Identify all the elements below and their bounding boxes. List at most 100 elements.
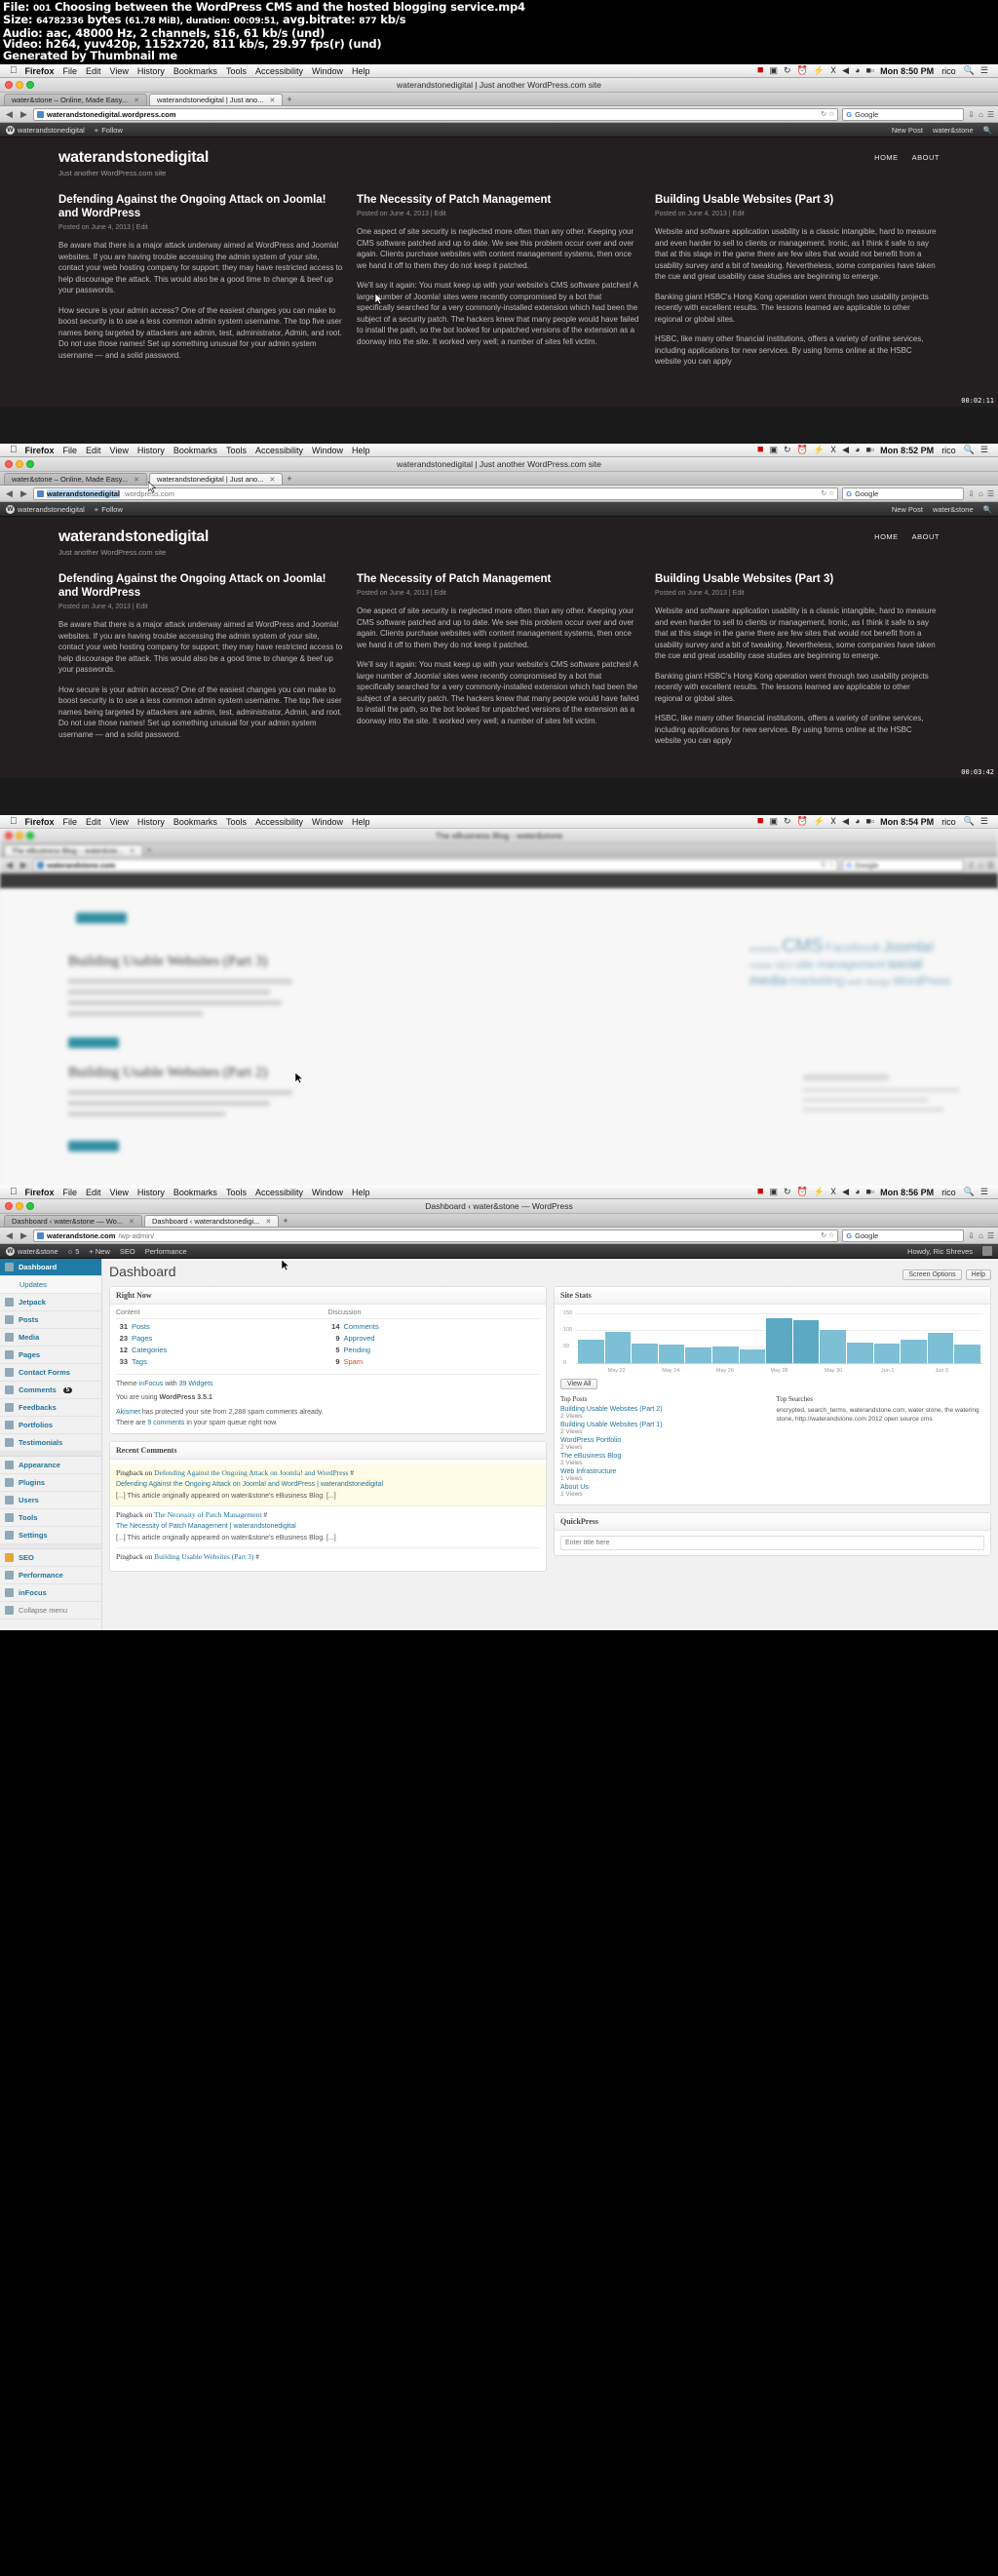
menubar-clock[interactable]: Mon 8:50 PM [880,66,934,76]
view-all-button[interactable]: View All [560,1379,598,1390]
sidebar-item-comments[interactable]: Comments 5 [0,1382,101,1400]
wp-seo-item[interactable]: SEO [120,1247,135,1256]
stack-icon[interactable]: ▣ [769,1188,778,1196]
menubar-username[interactable]: rico [941,446,956,455]
wp-performance-item[interactable]: Performance [145,1247,187,1256]
home-icon[interactable]: ⌂ [979,1231,983,1240]
top-post-link[interactable]: Building Usable Websites (Part 2) [560,1406,769,1413]
wp-account[interactable]: water&stone [933,126,974,135]
sidebar-item-users[interactable]: Users [0,1492,101,1510]
article-title[interactable]: The Necessity of Patch Management [357,572,641,586]
wp-logo-item[interactable]: W waterandstonedigital [6,125,85,135]
wp-follow-item[interactable]: + Follow [95,505,123,514]
download-icon[interactable]: ⇩ [968,110,975,119]
sidebar-item-portfolios[interactable]: Portfolios [0,1417,101,1435]
chart-bar[interactable] [685,1347,711,1364]
article-title[interactable]: Building Usable Websites (Part 3) [655,193,940,207]
chart-bar[interactable] [820,1329,846,1364]
tab-1[interactable]: water&stone – Online, Made Easy... ✕ [4,473,147,486]
menu-tools[interactable]: Tools [226,66,247,76]
content-label[interactable]: Tags [132,1357,147,1366]
sync-icon[interactable]: ↻ [784,1188,791,1196]
sync-icon[interactable]: ↻ [784,66,791,75]
chart-bar[interactable] [632,1343,658,1364]
table-row[interactable]: 31 Posts [116,1322,328,1331]
tab-close-icon[interactable]: ✕ [265,1218,271,1226]
menu-firefox[interactable]: Firefox [25,817,55,827]
list-item[interactable]: Pingback on The Necessity of Patch Manag… [116,1506,540,1549]
record-icon[interactable]: ■ [757,445,764,455]
notification-center-icon[interactable]: ☰ [980,817,988,826]
home-icon[interactable]: ⌂ [979,489,983,498]
content-label[interactable]: Posts [132,1322,150,1331]
article-title[interactable]: Defending Against the Ongoing Attack on … [58,193,343,220]
sidebar-item-contact-forms[interactable]: Contact Forms [0,1364,101,1383]
chart-bar[interactable] [739,1348,766,1364]
menubar-clock[interactable]: Mon 8:56 PM [880,1188,934,1197]
spam-count-link[interactable]: 9 comments [147,1420,184,1426]
volume-icon[interactable]: ◀ [842,1188,849,1196]
list-item[interactable]: Pingback on Building Usable Websites (Pa… [116,1548,540,1566]
forward-icon[interactable]: ▶ [19,1230,29,1241]
url-bar-3[interactable]: waterandstone.com ↻ ☆ [33,858,839,872]
download-icon[interactable]: ⇩ [968,489,975,498]
wifi-icon[interactable]: ◕ [855,66,860,75]
read-more-button[interactable] [68,1141,119,1152]
table-row[interactable]: 12 Categories [116,1346,328,1354]
article-edit-link[interactable]: Edit [136,224,148,231]
volume-icon[interactable]: ◀ [842,817,849,826]
search-bar-3[interactable]: G Google [842,858,965,872]
battery-icon[interactable]: ■▫ [866,66,875,75]
menu-history[interactable]: History [137,817,165,827]
chart-bar[interactable] [954,1345,980,1364]
forward-icon[interactable]: ▶ [19,488,29,499]
menu-view[interactable]: View [110,446,129,455]
help-button[interactable]: Help [965,1269,991,1281]
clock-icon[interactable]: ⏰ [797,817,808,826]
download-icon[interactable]: ⇩ [968,861,975,870]
menu-bookmarks[interactable]: Bookmarks [173,446,217,455]
wp-comments-item[interactable]: ○ 5 [68,1247,80,1256]
sidebar-item-settings[interactable]: Settings [0,1527,101,1545]
menu-window[interactable]: Window [312,66,343,76]
wp-new-item[interactable]: + New [89,1247,109,1256]
search-bar-2[interactable]: G Google [842,487,965,500]
top-post-link[interactable]: Building Usable Websites (Part 1) [560,1422,769,1428]
chart-bar[interactable] [711,1347,739,1364]
chart-bar[interactable] [792,1319,820,1364]
read-more-button[interactable] [76,913,127,924]
apple-logo-icon[interactable]:  [10,445,18,455]
sidebar-item-infocus[interactable]: inFocus [0,1584,101,1603]
list-item[interactable]: The eBusiness Blog 2 Views [560,1453,769,1466]
sidebar-item-media[interactable]: Media [0,1329,101,1347]
table-row[interactable]: 9 Approved [328,1334,541,1343]
read-more-button[interactable] [68,1037,119,1049]
power-icon[interactable]: ⚡ [814,1188,825,1196]
back-icon[interactable]: ◀ [4,488,15,499]
battery-icon[interactable]: ■▫ [866,446,875,454]
menubar-clock[interactable]: Mon 8:52 PM [880,446,934,455]
menu-accessibility[interactable]: Accessibility [255,66,303,76]
wifi-icon[interactable]: ◕ [855,446,860,454]
wp-newpost[interactable]: New Post [892,126,923,135]
tag-wordpress[interactable]: WordPress [893,974,950,988]
sidebar-item-testimonials[interactable]: Testimonials [0,1434,101,1453]
article-title[interactable]: Defending Against the Ongoing Attack on … [58,572,343,600]
menu-file[interactable]: File [63,446,78,455]
tab-1[interactable]: Dashboard ‹ water&stone — Wo... ✕ [4,1215,142,1228]
wp-follow-item[interactable]: + Follow [95,126,123,135]
sidebar-item-collapse-menu[interactable]: Collapse menu [0,1602,101,1620]
article-title[interactable]: The Necessity of Patch Management [357,193,641,207]
wifi-icon[interactable]: ◕ [855,1188,860,1196]
sync-icon[interactable]: ↻ [784,817,791,826]
chart-bar[interactable] [578,1340,604,1364]
chart-bar[interactable] [901,1340,927,1364]
comment-post-link[interactable]: Defending Against the Ongoing Attack on … [154,1468,348,1477]
tag-mobile[interactable]: mobile [749,961,773,970]
url-bar-2[interactable]: waterandstonedigital .wordpress.com ↻ ☆ [33,487,839,500]
menu-firefox[interactable]: Firefox [25,66,55,76]
power-icon[interactable]: ⚡ [814,817,825,826]
list-item[interactable]: WordPress Portfolio 2 Views [560,1437,769,1451]
back-icon[interactable]: ◀ [4,109,15,120]
nav-home[interactable]: HOME [874,153,899,162]
